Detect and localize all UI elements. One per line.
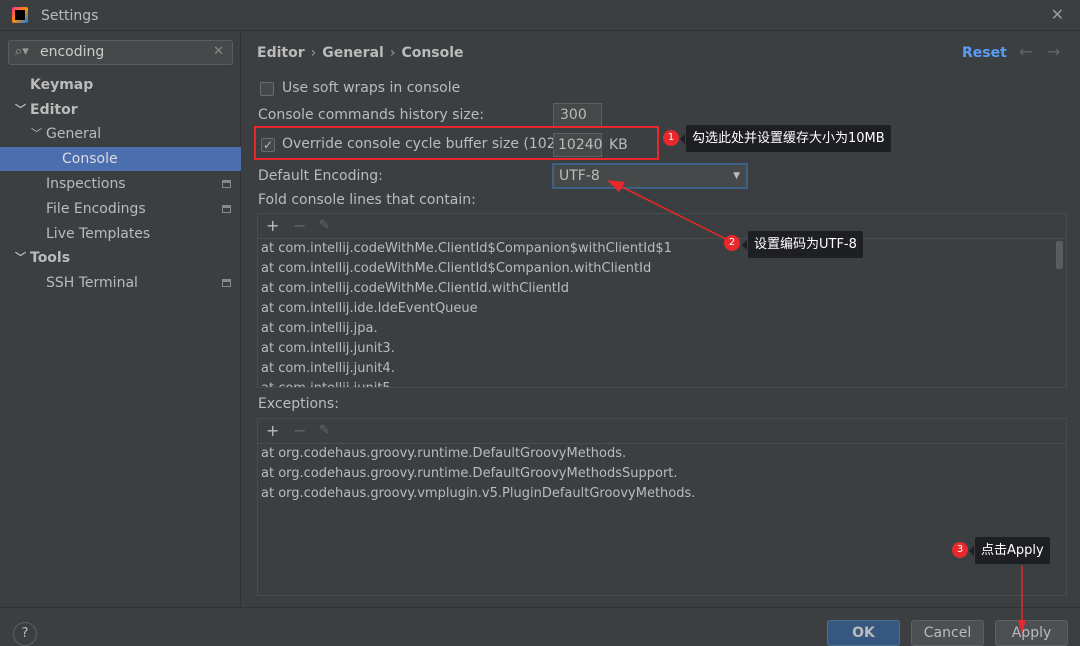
annotation-tooltip-2: 设置编码为UTF-8: [742, 231, 863, 258]
annotation-arrows: [607, 180, 1026, 634]
annotation-arrowhead-2: [607, 180, 625, 192]
annotation-number-3: 3: [952, 542, 968, 558]
annotation-number-1: 1: [663, 130, 679, 146]
annotation-arrowhead-3: [1018, 620, 1026, 634]
annotation-number-2: 2: [724, 235, 740, 251]
annotation-tooltip-1: 勾选此处并设置缓存大小为10MB: [680, 125, 891, 152]
annotation-arrow-2: [611, 181, 729, 241]
annotation-tooltip-3: 点击Apply: [969, 537, 1050, 564]
